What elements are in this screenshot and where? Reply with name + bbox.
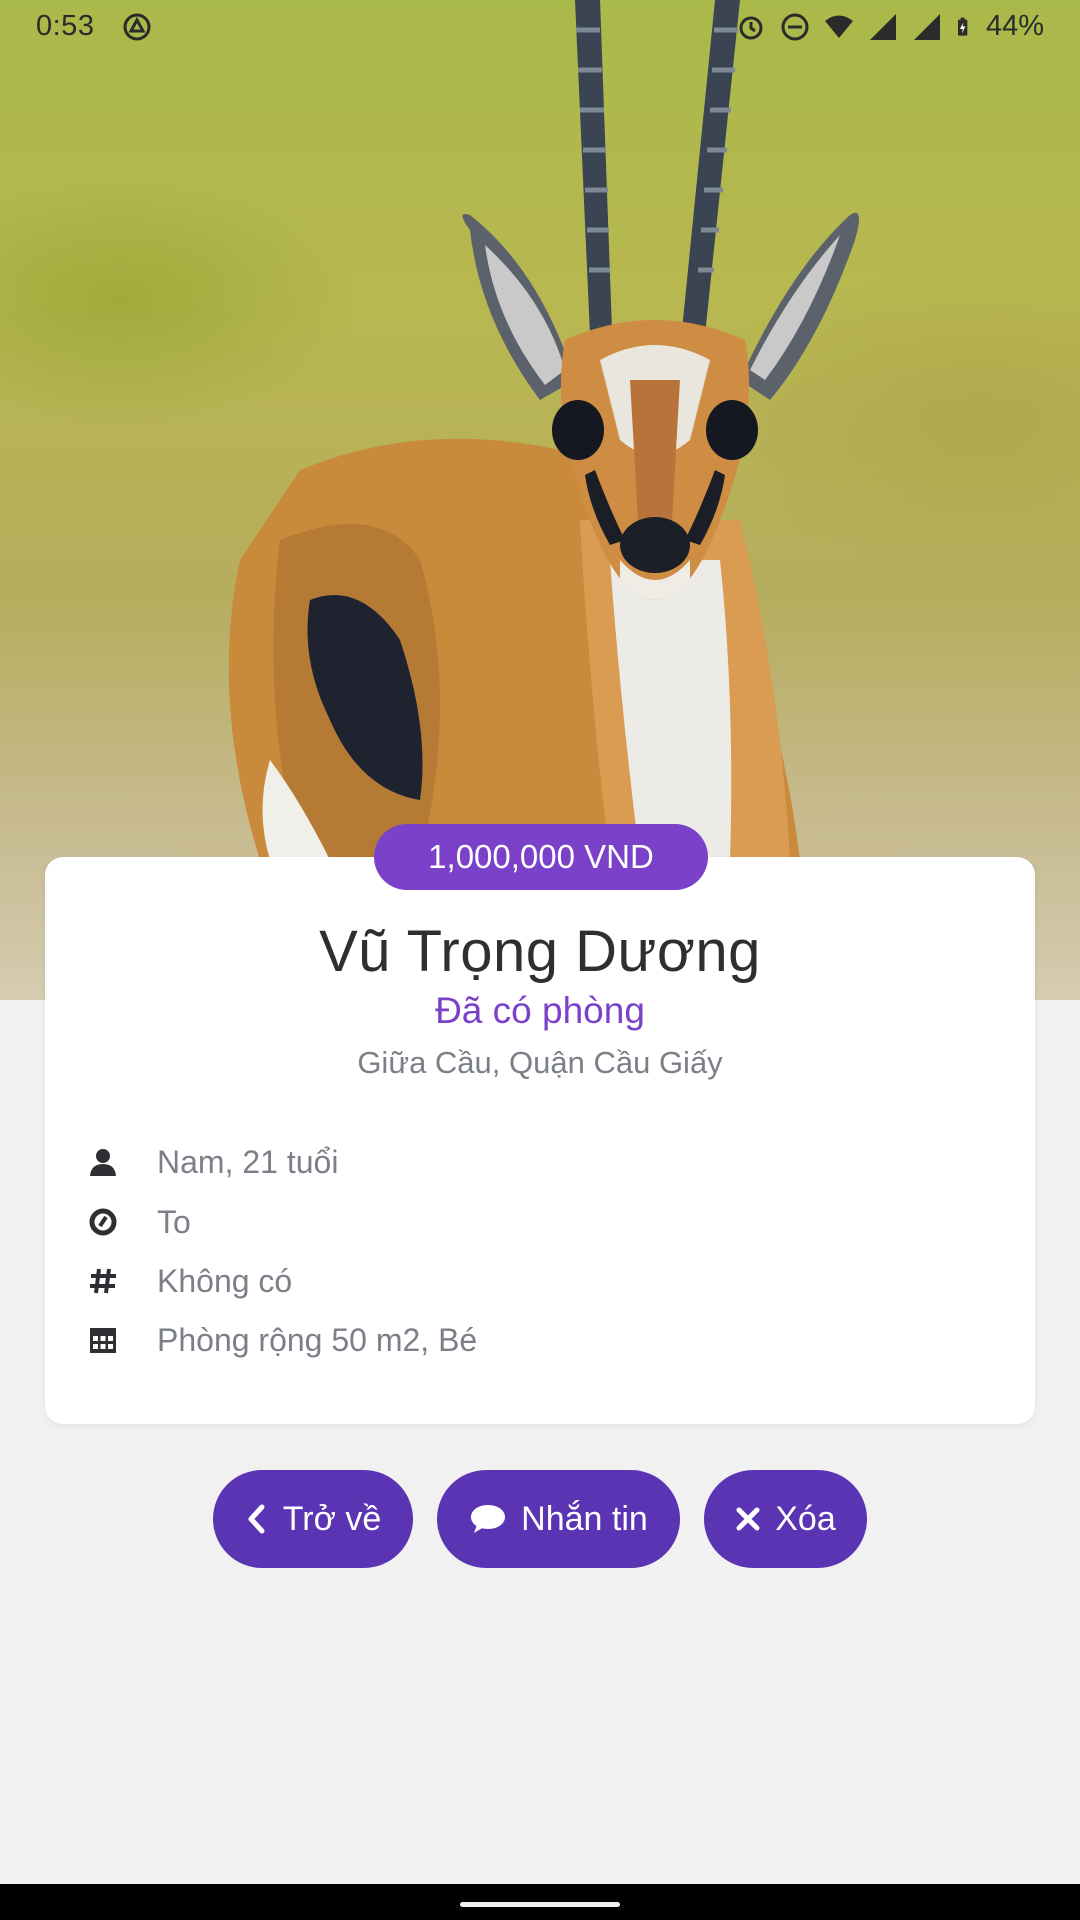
person-icon [86, 1145, 120, 1179]
ring-icon [86, 1205, 120, 1239]
detail-text: Phòng rộng 50 m2, Bé [157, 1321, 478, 1358]
chat-bubble-icon [471, 1505, 506, 1533]
battery-charging-icon [957, 17, 968, 36]
back-button[interactable]: Trở về [213, 1470, 413, 1568]
detail-text: Nam, 21 tuổi [157, 1143, 339, 1180]
cell-signal-icon [913, 13, 940, 40]
calendar-icon [86, 1323, 120, 1357]
home-gesture-handle[interactable] [460, 1902, 620, 1907]
alarm-icon [739, 16, 763, 39]
location-text: Giữa Cầu, Quận Cầu Giấy [357, 1045, 723, 1080]
delete-button-label: Xóa [775, 1499, 836, 1538]
cell-signal-icon [869, 13, 896, 40]
system-nav-bar [0, 1884, 1080, 1920]
room-status: Đã có phòng [435, 990, 645, 1031]
do-not-disturb-icon [781, 13, 809, 40]
dnd-sync-icon [123, 13, 151, 41]
wifi-icon [824, 15, 853, 38]
status-icons: 44% [736, 10, 1044, 43]
hash-icon [86, 1264, 120, 1298]
chevron-left-icon [248, 1504, 265, 1534]
back-button-label: Trở về [282, 1499, 382, 1538]
close-icon [736, 1507, 760, 1531]
detail-text: Không có [157, 1262, 293, 1299]
detail-row-tags: Không có [86, 1259, 292, 1303]
detail-text: To [157, 1203, 191, 1240]
detail-row-room: Phòng rộng 50 m2, Bé [86, 1318, 477, 1362]
price-badge: 1,000,000 VND [374, 824, 708, 890]
detail-row-size: To [86, 1200, 191, 1244]
message-button-label: Nhắn tin [521, 1499, 648, 1538]
battery-percent: 44% [985, 10, 1044, 42]
detail-row-gender-age: Nam, 21 tuổi [86, 1140, 338, 1184]
status-bar: 0:53 44% [0, 0, 1080, 56]
delete-button[interactable]: Xóa [704, 1470, 867, 1568]
message-button[interactable]: Nhắn tin [437, 1470, 680, 1568]
person-name: Vũ Trọng Dương [319, 919, 761, 984]
status-time: 0:53 [36, 10, 95, 42]
